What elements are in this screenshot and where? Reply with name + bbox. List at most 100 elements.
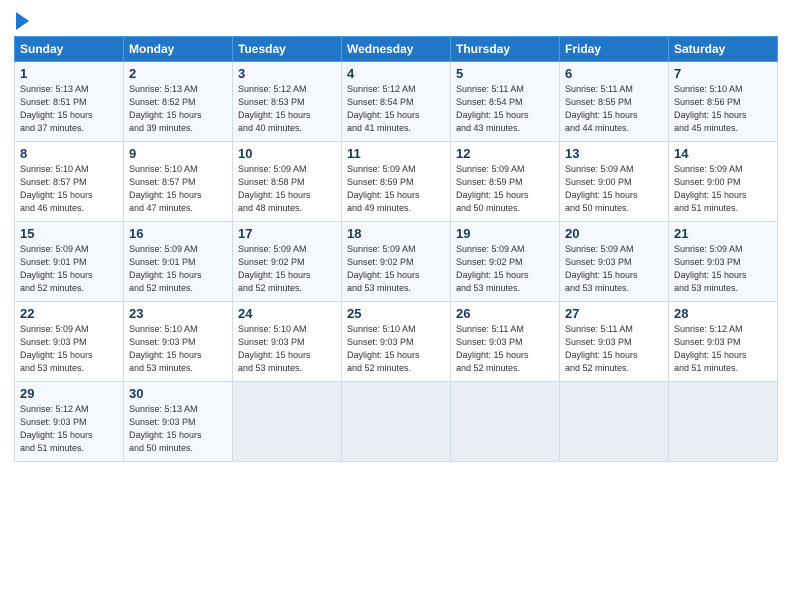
calendar-day-cell: 9 Sunrise: 5:10 AM Sunset: 8:57 PM Daylig… [124,142,233,222]
day-number: 30 [129,386,227,401]
calendar-day-cell: 6Sunrise: 5:11 AM Sunset: 8:55 PM Daylig… [560,62,669,142]
calendar-day-cell: 15 Sunrise: 5:09 AM Sunset: 9:01 PM Dayli… [15,222,124,302]
day-number: 23 [129,306,227,321]
logo-arrow-icon [16,12,29,30]
day-info: Sunrise: 5:09 AM Sunset: 9:03 PM Dayligh… [565,243,663,295]
day-number: 24 [238,306,336,321]
day-number: 22 [20,306,118,321]
calendar-day-cell: 8 Sunrise: 5:10 AM Sunset: 8:57 PM Daylig… [15,142,124,222]
day-number: 9 [129,146,227,161]
calendar-day-cell: 2Sunrise: 5:13 AM Sunset: 8:52 PM Daylig… [124,62,233,142]
day-info: Sunrise: 5:09 AM Sunset: 9:02 PM Dayligh… [238,243,336,295]
day-number: 12 [456,146,554,161]
day-number: 17 [238,226,336,241]
day-number: 1 [20,66,118,81]
day-number: 14 [674,146,772,161]
calendar-day-cell: 5 Sunrise: 5:11 AM Sunset: 8:54 PM Daylig… [451,62,560,142]
calendar-day-cell [233,382,342,462]
header [14,10,778,30]
calendar-day-cell: 18 Sunrise: 5:09 AM Sunset: 9:02 PM Dayli… [342,222,451,302]
calendar-day-cell: 19 Sunrise: 5:09 AM Sunset: 9:02 PM Dayli… [451,222,560,302]
calendar-day-cell: 3Sunrise: 5:12 AM Sunset: 8:53 PM Daylig… [233,62,342,142]
day-info: Sunrise: 5:10 AM Sunset: 8:57 PM Dayligh… [20,163,118,215]
calendar-day-cell: 10Sunrise: 5:09 AM Sunset: 8:58 PM Dayli… [233,142,342,222]
day-number: 8 [20,146,118,161]
day-info: Sunrise: 5:10 AM Sunset: 9:03 PM Dayligh… [347,323,445,375]
calendar-week-row: 22 Sunrise: 5:09 AM Sunset: 9:03 PM Dayli… [15,302,778,382]
day-info: Sunrise: 5:09 AM Sunset: 9:01 PM Dayligh… [20,243,118,295]
day-number: 25 [347,306,445,321]
weekday-header: Thursday [451,37,560,62]
calendar-day-cell: 22 Sunrise: 5:09 AM Sunset: 9:03 PM Dayli… [15,302,124,382]
day-number: 27 [565,306,663,321]
day-info: Sunrise: 5:11 AM Sunset: 8:54 PM Dayligh… [456,83,554,135]
calendar-day-cell: 16Sunrise: 5:09 AM Sunset: 9:01 PM Dayli… [124,222,233,302]
day-number: 19 [456,226,554,241]
day-number: 7 [674,66,772,81]
calendar-week-row: 29 Sunrise: 5:12 AM Sunset: 9:03 PM Dayli… [15,382,778,462]
day-info: Sunrise: 5:10 AM Sunset: 9:03 PM Dayligh… [238,323,336,375]
calendar-day-cell: 1 Sunrise: 5:13 AM Sunset: 8:51 PM Daylig… [15,62,124,142]
day-number: 11 [347,146,445,161]
calendar-day-cell [451,382,560,462]
calendar-week-row: 8 Sunrise: 5:10 AM Sunset: 8:57 PM Daylig… [15,142,778,222]
weekday-header: Saturday [669,37,778,62]
day-info: Sunrise: 5:11 AM Sunset: 8:55 PM Dayligh… [565,83,663,135]
calendar-day-cell [560,382,669,462]
day-info: Sunrise: 5:11 AM Sunset: 9:03 PM Dayligh… [456,323,554,375]
day-info: Sunrise: 5:10 AM Sunset: 8:57 PM Dayligh… [129,163,227,215]
calendar-day-cell: 27Sunrise: 5:11 AM Sunset: 9:03 PM Dayli… [560,302,669,382]
calendar-week-row: 15 Sunrise: 5:09 AM Sunset: 9:01 PM Dayli… [15,222,778,302]
day-info: Sunrise: 5:09 AM Sunset: 9:02 PM Dayligh… [456,243,554,295]
calendar-day-cell: 24 Sunrise: 5:10 AM Sunset: 9:03 PM Dayli… [233,302,342,382]
weekday-header: Tuesday [233,37,342,62]
calendar-table: SundayMondayTuesdayWednesdayThursdayFrid… [14,36,778,462]
calendar-header-row: SundayMondayTuesdayWednesdayThursdayFrid… [15,37,778,62]
calendar-day-cell: 30 Sunrise: 5:13 AM Sunset: 9:03 PM Dayli… [124,382,233,462]
day-info: Sunrise: 5:10 AM Sunset: 8:56 PM Dayligh… [674,83,772,135]
day-number: 29 [20,386,118,401]
day-info: Sunrise: 5:09 AM Sunset: 9:00 PM Dayligh… [674,163,772,215]
day-info: Sunrise: 5:13 AM Sunset: 9:03 PM Dayligh… [129,403,227,455]
day-number: 2 [129,66,227,81]
day-info: Sunrise: 5:09 AM Sunset: 9:03 PM Dayligh… [20,323,118,375]
day-info: Sunrise: 5:12 AM Sunset: 9:03 PM Dayligh… [20,403,118,455]
day-info: Sunrise: 5:12 AM Sunset: 9:03 PM Dayligh… [674,323,772,375]
day-info: Sunrise: 5:09 AM Sunset: 8:59 PM Dayligh… [456,163,554,215]
calendar-day-cell: 20 Sunrise: 5:09 AM Sunset: 9:03 PM Dayli… [560,222,669,302]
day-info: Sunrise: 5:10 AM Sunset: 9:03 PM Dayligh… [129,323,227,375]
calendar-day-cell: 7 Sunrise: 5:10 AM Sunset: 8:56 PM Daylig… [669,62,778,142]
calendar-day-cell: 26 Sunrise: 5:11 AM Sunset: 9:03 PM Dayli… [451,302,560,382]
day-number: 20 [565,226,663,241]
calendar-day-cell: 28 Sunrise: 5:12 AM Sunset: 9:03 PM Dayli… [669,302,778,382]
day-number: 18 [347,226,445,241]
day-number: 16 [129,226,227,241]
day-number: 4 [347,66,445,81]
calendar-day-cell: 29 Sunrise: 5:12 AM Sunset: 9:03 PM Dayli… [15,382,124,462]
weekday-header: Sunday [15,37,124,62]
calendar-day-cell: 13 Sunrise: 5:09 AM Sunset: 9:00 PM Dayli… [560,142,669,222]
day-info: Sunrise: 5:13 AM Sunset: 8:51 PM Dayligh… [20,83,118,135]
calendar-day-cell: 12 Sunrise: 5:09 AM Sunset: 8:59 PM Dayli… [451,142,560,222]
day-number: 13 [565,146,663,161]
day-number: 5 [456,66,554,81]
day-number: 15 [20,226,118,241]
day-info: Sunrise: 5:09 AM Sunset: 9:03 PM Dayligh… [674,243,772,295]
day-number: 26 [456,306,554,321]
calendar-week-row: 1 Sunrise: 5:13 AM Sunset: 8:51 PM Daylig… [15,62,778,142]
day-info: Sunrise: 5:09 AM Sunset: 8:58 PM Dayligh… [238,163,336,215]
calendar-day-cell [342,382,451,462]
day-info: Sunrise: 5:09 AM Sunset: 8:59 PM Dayligh… [347,163,445,215]
calendar-day-cell: 4 Sunrise: 5:12 AM Sunset: 8:54 PM Daylig… [342,62,451,142]
day-number: 28 [674,306,772,321]
logo [14,10,29,30]
calendar-day-cell: 25 Sunrise: 5:10 AM Sunset: 9:03 PM Dayli… [342,302,451,382]
calendar-day-cell: 11 Sunrise: 5:09 AM Sunset: 8:59 PM Dayli… [342,142,451,222]
weekday-header: Monday [124,37,233,62]
calendar-day-cell: 21Sunrise: 5:09 AM Sunset: 9:03 PM Dayli… [669,222,778,302]
calendar-day-cell: 14 Sunrise: 5:09 AM Sunset: 9:00 PM Dayli… [669,142,778,222]
weekday-header: Friday [560,37,669,62]
day-info: Sunrise: 5:09 AM Sunset: 9:00 PM Dayligh… [565,163,663,215]
day-info: Sunrise: 5:09 AM Sunset: 9:02 PM Dayligh… [347,243,445,295]
day-info: Sunrise: 5:12 AM Sunset: 8:54 PM Dayligh… [347,83,445,135]
